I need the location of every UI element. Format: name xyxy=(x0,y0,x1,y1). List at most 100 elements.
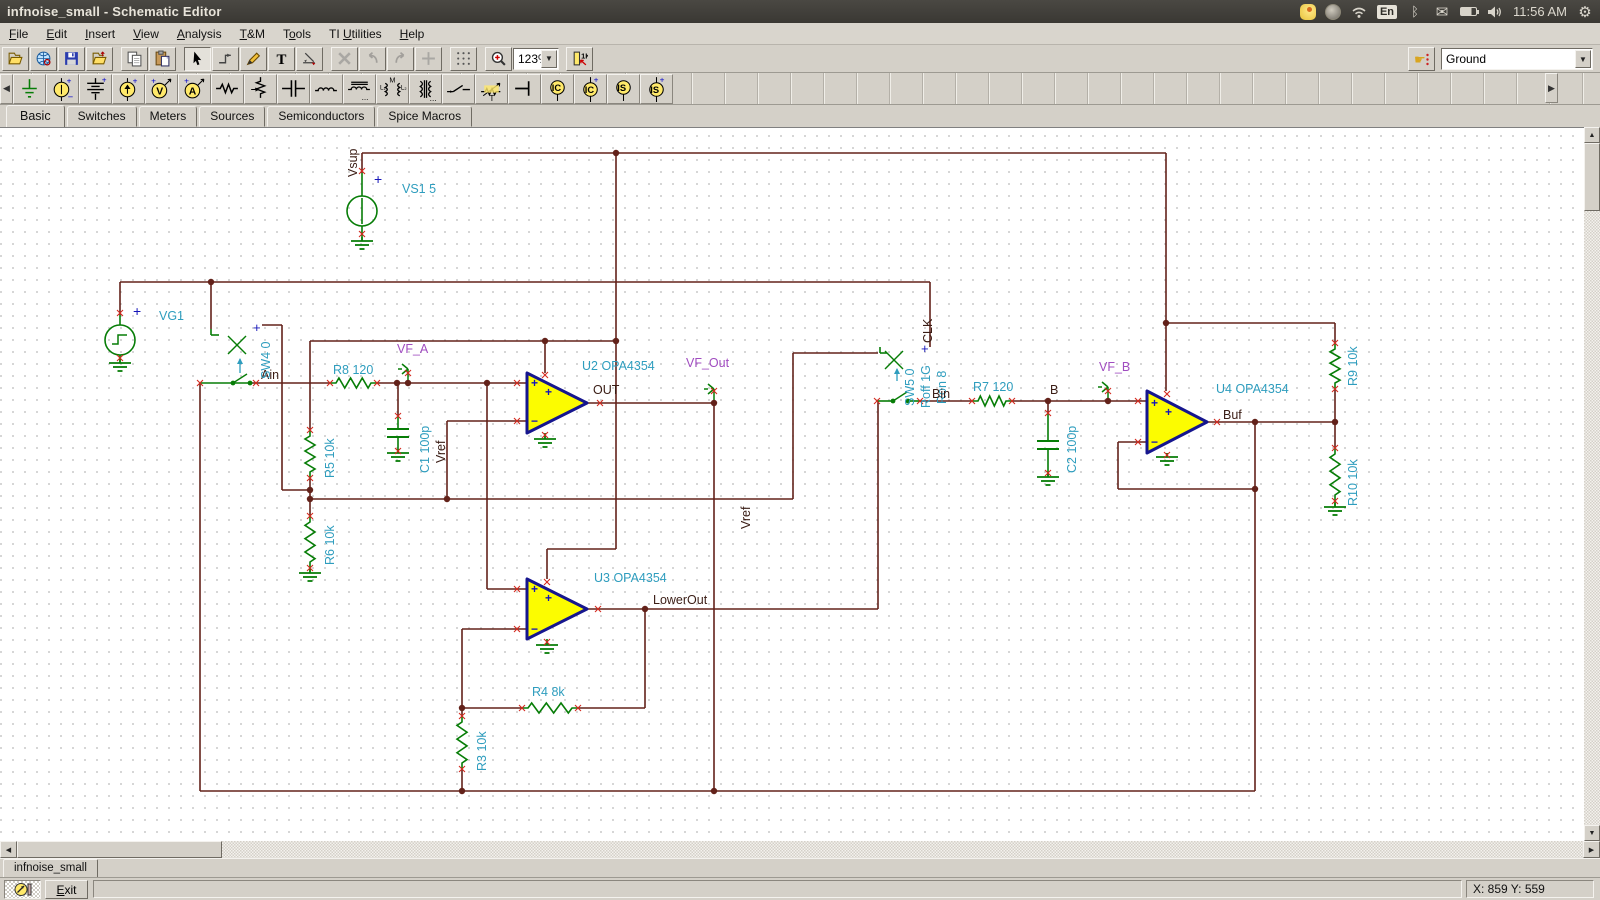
find-component-hand-button[interactable]: ☛ xyxy=(1408,47,1435,71)
redo-button[interactable] xyxy=(387,47,414,71)
label-R8_120[interactable]: R8 120 xyxy=(333,363,373,377)
component-SW4[interactable]: + xyxy=(228,320,261,385)
label-R3_10k[interactable]: R3 10k xyxy=(475,731,489,771)
label-U4_OPA4354[interactable]: U4 OPA4354 xyxy=(1216,382,1289,396)
component-trimmer-button[interactable]: T xyxy=(475,74,508,104)
menu-help[interactable]: Help xyxy=(391,25,434,43)
label-C1_100p[interactable]: C1 100p xyxy=(418,426,432,473)
symbol-button[interactable] xyxy=(415,47,442,71)
schematic-drawing[interactable]: ++++−++−++−++VsupVS1 5VG1AinSW4 0R8 120C… xyxy=(0,128,1584,842)
update-indicator-icon[interactable] xyxy=(1325,4,1341,20)
open-file-button[interactable] xyxy=(2,47,29,71)
horizontal-scrollbar-thumb[interactable] xyxy=(17,841,222,858)
component-is-circle-button[interactable]: IS xyxy=(607,74,640,104)
component-switch-button[interactable] xyxy=(442,74,475,104)
zoom-level-combo[interactable]: 123%▼ xyxy=(513,48,559,70)
document-tab[interactable]: infnoise_small xyxy=(3,859,98,878)
scroll-left-icon[interactable]: ◀ xyxy=(0,841,17,858)
menu-insert[interactable]: Insert xyxy=(76,25,124,43)
open-project-button[interactable] xyxy=(86,47,113,71)
mail-icon[interactable]: ✉ xyxy=(1433,3,1451,21)
open-web-button[interactable] xyxy=(30,47,57,71)
tab-basic[interactable]: Basic xyxy=(6,105,65,128)
battery-icon[interactable] xyxy=(1460,7,1477,16)
label-C2_100p[interactable]: C2 100p xyxy=(1065,426,1079,473)
schematic-canvas[interactable]: ++++−++−++−++VsupVS1 5VG1AinSW4 0R8 120C… xyxy=(0,127,1584,841)
component-R5[interactable] xyxy=(305,430,315,478)
label-VG1[interactable]: VG1 xyxy=(159,309,184,323)
component-potentiometer-button[interactable] xyxy=(244,74,277,104)
component-R3[interactable] xyxy=(457,716,467,769)
component-R7[interactable] xyxy=(972,396,1012,406)
component-voltmeter-button[interactable]: V+ xyxy=(145,74,178,104)
component-ic-plus-circle-button[interactable]: IC+ xyxy=(574,74,607,104)
label-R4_8k[interactable]: R4 8k xyxy=(532,685,565,699)
probe-VF_A[interactable] xyxy=(398,364,408,383)
component-inductor-iron-button[interactable]: ... xyxy=(343,74,376,104)
component-ammeter-button[interactable]: A+ xyxy=(178,74,211,104)
component-R10[interactable] xyxy=(1330,448,1340,501)
label-Buf[interactable]: Buf xyxy=(1223,408,1242,422)
label-VF_Out[interactable]: VF_Out xyxy=(686,356,730,370)
component-scroll-right-button[interactable]: ▶ xyxy=(1545,73,1558,103)
component-battery-button[interactable]: + xyxy=(79,74,112,104)
label-VS1_5[interactable]: VS1 5 xyxy=(402,182,436,196)
label-CLK[interactable]: CLK xyxy=(921,318,935,343)
scroll-down-icon[interactable]: ▼ xyxy=(1584,825,1600,841)
horizontal-scrollbar[interactable]: ◀ ▶ xyxy=(0,841,1600,858)
component-R4[interactable] xyxy=(522,703,578,713)
component-R8[interactable] xyxy=(330,378,377,388)
last-component-button[interactable]: 1K xyxy=(566,47,593,71)
component-inductor-button[interactable] xyxy=(310,74,343,104)
bluetooth-icon[interactable]: ᛒ xyxy=(1406,3,1424,21)
component-search-combo[interactable]: Ground ▼ xyxy=(1441,48,1593,70)
delete-button[interactable] xyxy=(331,47,358,71)
component-ground-button[interactable] xyxy=(13,74,46,104)
component-U2[interactable]: ++− xyxy=(527,373,587,433)
component-terminal-button[interactable] xyxy=(508,74,541,104)
component-R9[interactable] xyxy=(1330,343,1340,389)
label-U3_OPA4354[interactable]: U3 OPA4354 xyxy=(594,571,667,585)
component-VS1[interactable]: + xyxy=(347,171,382,226)
label-VF_B[interactable]: VF_B xyxy=(1099,360,1130,374)
wifi-icon[interactable] xyxy=(1350,3,1368,21)
scroll-right-icon[interactable]: ▶ xyxy=(1583,841,1600,858)
menu-ti-utilities[interactable]: TI Utilities xyxy=(320,25,391,43)
vertical-scrollbar[interactable]: ▲ ▼ xyxy=(1584,127,1600,841)
tab-meters[interactable]: Meters xyxy=(139,106,198,127)
component-is-plus-circle-button[interactable]: IS+ xyxy=(640,74,673,104)
save-button[interactable] xyxy=(58,47,85,71)
tab-sources[interactable]: Sources xyxy=(199,106,265,127)
zoom-tool-button[interactable] xyxy=(485,47,512,71)
menu-edit[interactable]: Edit xyxy=(37,25,76,43)
component-U4[interactable]: ++− xyxy=(1147,391,1207,453)
label-LowerOut[interactable]: LowerOut xyxy=(653,593,708,607)
component-C2[interactable] xyxy=(1037,441,1059,449)
grid-button[interactable] xyxy=(450,47,477,71)
label-R5_10k[interactable]: R5 10k xyxy=(323,438,337,478)
menu-tools[interactable]: Tools xyxy=(274,25,320,43)
status-component-icon[interactable] xyxy=(4,880,41,899)
label-Vref[interactable]: Vref xyxy=(739,506,753,529)
component-C1[interactable] xyxy=(387,429,409,437)
label-VF_A[interactable]: VF_A xyxy=(397,342,429,356)
label-Vsup[interactable]: Vsup xyxy=(346,148,360,177)
label-R7_120[interactable]: R7 120 xyxy=(973,380,1013,394)
component-R6[interactable] xyxy=(305,516,315,568)
undo-button[interactable] xyxy=(359,47,386,71)
menu-t-m[interactable]: T&M xyxy=(231,25,274,43)
vertical-scrollbar-thumb[interactable] xyxy=(1584,143,1600,211)
keyboard-layout-indicator[interactable]: En xyxy=(1377,5,1397,19)
session-gear-icon[interactable]: ⚙ xyxy=(1576,3,1594,21)
label-R9_10k[interactable]: R9 10k xyxy=(1346,346,1360,386)
component-scroll-left-button[interactable]: ◀ xyxy=(0,74,13,104)
tab-semiconductors[interactable]: Semiconductors xyxy=(267,106,375,127)
label-OUT[interactable]: OUT xyxy=(593,383,620,397)
probe-VF_B[interactable] xyxy=(1098,382,1108,401)
tab-switches[interactable]: Switches xyxy=(67,106,137,127)
component-ic-circle-button[interactable]: IC xyxy=(541,74,574,104)
label-SW5_0[interactable]: SW5 0 xyxy=(903,368,917,406)
component-transformer-button[interactable]: ... xyxy=(409,74,442,104)
label-Bin[interactable]: Bin xyxy=(932,387,950,401)
menu-file[interactable]: File xyxy=(0,25,37,43)
